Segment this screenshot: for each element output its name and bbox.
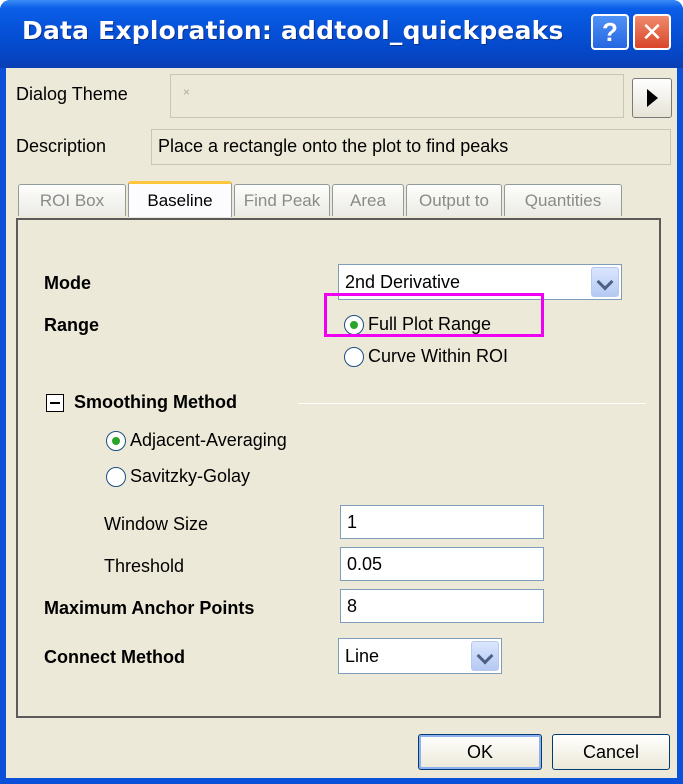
close-icon: ✕ <box>641 16 663 47</box>
tab-area[interactable]: Area <box>332 184 404 216</box>
mode-value: 2nd Derivative <box>345 272 461 292</box>
radio-label: Adjacent-Averaging <box>130 430 287 450</box>
radio-unselected-icon[interactable] <box>344 346 364 367</box>
help-button[interactable]: ? <box>591 14 629 50</box>
threshold-value: 0.05 <box>347 554 383 574</box>
window-size-label: Window Size <box>104 514 209 534</box>
title-bar[interactable]: Data Exploration: addtool_quickpeaks ? ✕ <box>0 0 683 68</box>
tab-quantities[interactable]: Quantities <box>504 184 622 216</box>
annotation-highlight-box <box>324 293 544 337</box>
dialog-window: Data Exploration: addtool_quickpeaks ? ✕… <box>0 0 683 784</box>
radio-label: Curve Within ROI <box>368 346 509 366</box>
max-anchor-points-value: 8 <box>347 596 358 616</box>
tab-roi-box[interactable]: ROI Box <box>18 184 126 216</box>
radio-unselected-icon[interactable] <box>106 466 126 487</box>
connect-method-select[interactable]: Line <box>338 638 502 674</box>
close-button[interactable]: ✕ <box>633 14 671 50</box>
window-size-input[interactable]: 1 <box>340 505 544 539</box>
radio-savitzky-golay[interactable]: Savitzky-Golay <box>106 466 250 487</box>
radio-label: Savitzky-Golay <box>130 466 251 486</box>
tab-baseline[interactable]: Baseline <box>128 181 232 217</box>
dialog-theme-field[interactable]: × <box>170 74 624 118</box>
dialog-theme-label: Dialog Theme <box>16 84 128 104</box>
description-text: Place a rectangle onto the plot to find … <box>158 136 509 156</box>
ok-button[interactable]: OK <box>418 734 542 770</box>
window-title: Data Exploration: addtool_quickpeaks <box>22 16 564 45</box>
chevron-down-icon[interactable] <box>591 267 619 297</box>
radio-curve-within-roi[interactable]: Curve Within ROI <box>344 346 508 367</box>
description-label: Description <box>16 136 107 156</box>
max-anchor-points-input[interactable]: 8 <box>340 589 544 623</box>
range-label: Range <box>44 315 100 335</box>
connect-method-value: Line <box>345 646 380 666</box>
tab-output-to[interactable]: Output to <box>406 184 502 216</box>
cancel-button[interactable]: Cancel <box>552 734 670 770</box>
threshold-label: Threshold <box>104 556 185 576</box>
connect-method-label: Connect Method <box>44 647 185 667</box>
dialog-theme-value: × <box>183 85 191 99</box>
radio-adjacent-averaging[interactable]: Adjacent-Averaging <box>106 430 287 451</box>
threshold-input[interactable]: 0.05 <box>340 547 544 581</box>
description-field: Place a rectangle onto the plot to find … <box>151 129 671 165</box>
radio-selected-icon[interactable] <box>106 430 126 451</box>
theme-menu-arrow-button[interactable] <box>632 78 672 118</box>
smoothing-method-title: Smoothing Method <box>74 392 237 412</box>
window-size-value: 1 <box>347 512 358 532</box>
dialog-body: Dialog Theme × Description Place a recta… <box>6 68 677 778</box>
section-divider <box>298 403 646 404</box>
max-anchor-points-label: Maximum Anchor Points <box>44 598 255 618</box>
tab-find-peak[interactable]: Find Peak <box>234 184 330 216</box>
mode-label: Mode <box>44 273 91 293</box>
help-icon: ? <box>602 16 618 47</box>
chevron-down-icon[interactable] <box>471 641 499 671</box>
collapse-minus-icon[interactable] <box>46 394 64 412</box>
